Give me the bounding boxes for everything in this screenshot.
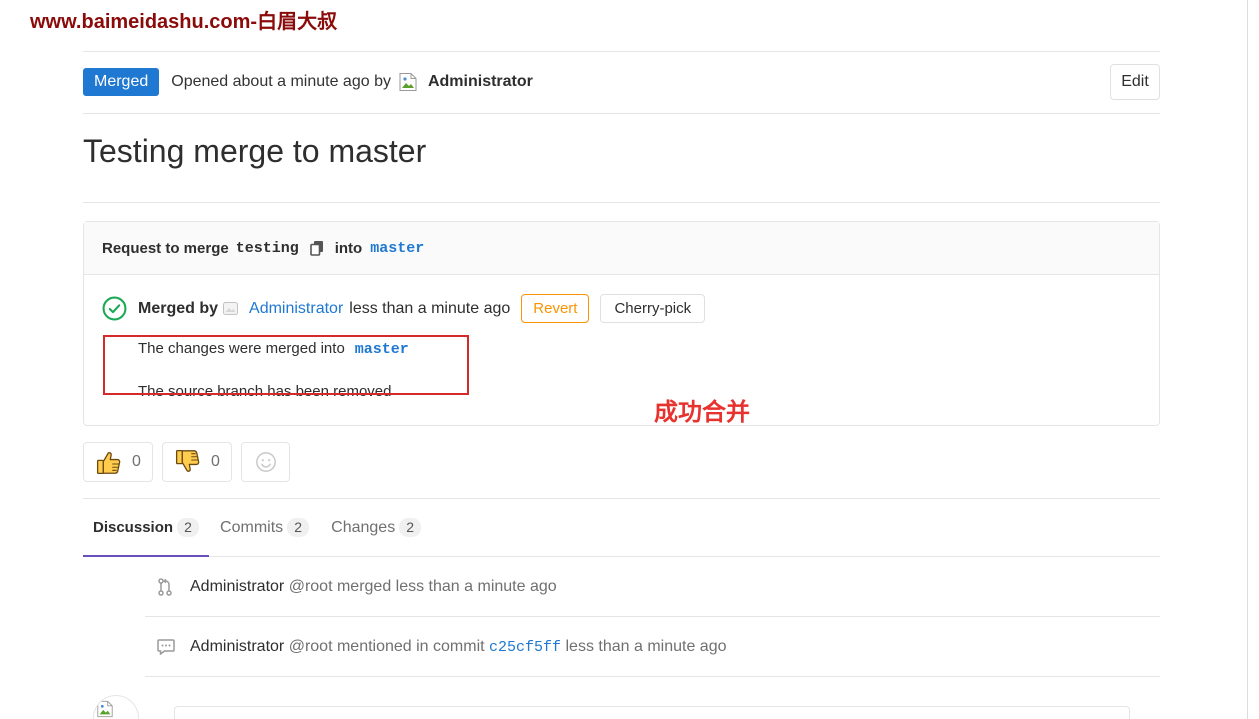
thumbsup-button[interactable]: 0 (83, 442, 153, 482)
page-title: Testing merge to master (83, 133, 427, 169)
avatar[interactable] (222, 300, 239, 317)
annotation-highlight-box (103, 335, 469, 395)
edit-button[interactable]: Edit (1110, 64, 1160, 100)
tab-label: Changes (331, 518, 396, 536)
tab-count-badge: 2 (177, 518, 200, 537)
divider (83, 113, 1160, 114)
merge-widget: Request to merge testing into master Mer… (83, 221, 1160, 426)
tab-label: Commits (220, 518, 284, 536)
avatar[interactable] (93, 695, 139, 719)
smiley-icon (255, 451, 277, 473)
merged-time: less than a minute ago (349, 299, 511, 317)
author-link[interactable]: Administrator (428, 73, 533, 91)
thumbsdown-button[interactable]: 0 (162, 442, 232, 482)
tab-label: Discussion (93, 519, 174, 536)
tab-count-badge: 2 (287, 518, 310, 537)
status-badge: Merged (83, 68, 160, 96)
merged-by-user-link[interactable]: Administrator (249, 300, 343, 318)
broken-image-icon (96, 699, 114, 719)
revert-button[interactable]: Revert (521, 294, 590, 323)
merge-icon (145, 577, 190, 596)
request-label: Request to merge (102, 239, 229, 257)
divider (83, 202, 1160, 203)
target-branch-link[interactable]: master (370, 240, 424, 257)
into-label: into (334, 239, 363, 257)
timeline-author-link[interactable]: Administrator (190, 638, 284, 655)
opened-text: Opened about a minute ago by (171, 73, 391, 90)
tab-changes[interactable]: Changes 2 (320, 499, 432, 556)
timeline-action: @root merged less than a minute ago (288, 577, 557, 595)
tab-count-badge: 2 (399, 518, 422, 537)
copy-icon[interactable] (309, 240, 325, 256)
thumbsdown-count: 0 (211, 453, 220, 470)
merge-widget-header: Request to merge testing into master (84, 222, 1159, 275)
broken-image-icon[interactable] (398, 72, 418, 92)
thumbsdown-icon (175, 449, 201, 475)
watermark: www.baimeidashu.com-白眉大叔 (30, 11, 338, 33)
timeline-action: @root mentioned in commit (288, 637, 485, 655)
tab-discussion[interactable]: Discussion 2 (83, 499, 210, 557)
cherry-pick-button[interactable]: Cherry-pick (600, 294, 706, 323)
timeline-author-link[interactable]: Administrator (190, 578, 284, 595)
divider (83, 51, 1160, 52)
annotation-text: 成功合并 (654, 399, 750, 426)
comment-textarea[interactable] (174, 706, 1130, 719)
merged-status-row: Merged by Administrator less than a minu… (102, 294, 706, 323)
timeline-item: Administrator @root mentioned in commit … (145, 617, 1160, 677)
mr-header: Merged Opened about a minute ago by Admi… (83, 64, 533, 100)
merged-by-label: Merged by (138, 299, 219, 317)
timeline-text: Administrator @root mentioned in commit … (190, 638, 727, 656)
timeline-time: less than a minute ago (565, 637, 727, 655)
tab-bar: Discussion 2 Commits 2 Changes 2 (83, 498, 1160, 557)
thumbsup-count: 0 (132, 453, 141, 470)
comment-icon (145, 638, 190, 655)
timeline-item: Administrator @root merged less than a m… (145, 557, 1160, 617)
scrollbar[interactable] (1247, 0, 1259, 719)
check-circle-icon (102, 296, 127, 321)
tab-commits[interactable]: Commits 2 (209, 499, 320, 556)
thumbsup-icon (96, 449, 122, 475)
commit-link[interactable]: c25cf5ff (489, 639, 561, 656)
timeline-text: Administrator @root merged less than a m… (190, 578, 557, 596)
source-branch: testing (235, 239, 299, 257)
add-reaction-button[interactable] (241, 442, 290, 482)
